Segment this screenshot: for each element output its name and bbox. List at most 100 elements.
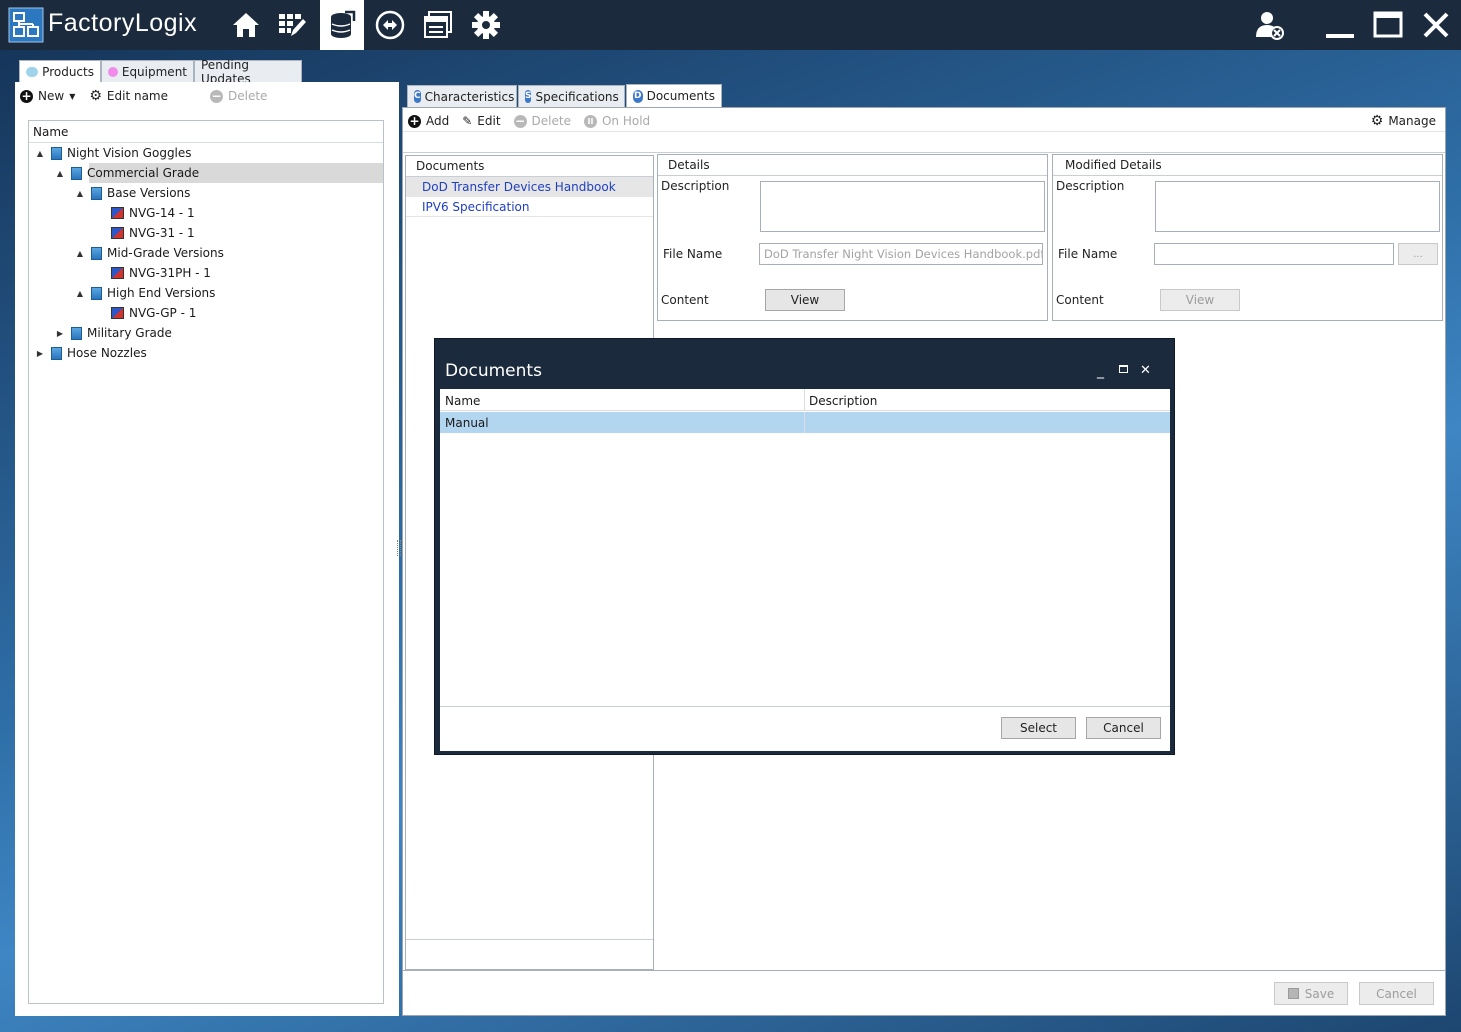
dialog-footer-divider xyxy=(440,706,1170,707)
modified-file-name-textbox[interactable] xyxy=(1154,243,1394,265)
close-icon[interactable] xyxy=(1414,0,1458,50)
details-header: Details xyxy=(658,155,1047,176)
delete-label: Delete xyxy=(531,114,571,128)
column-divider xyxy=(804,412,805,433)
home-icon[interactable] xyxy=(224,0,268,50)
manage-button[interactable]: ⚙ Manage xyxy=(1371,113,1436,129)
delete-button[interactable]: − Delete xyxy=(210,89,267,103)
dialog-close-icon[interactable]: ✕ xyxy=(1140,363,1151,378)
tree-node-high-end-versions[interactable]: ▲ High End Versions xyxy=(75,283,215,303)
file-name-textbox[interactable]: DoD Transfer Night Vision Devices Handbo… xyxy=(759,243,1043,265)
user-logout-icon[interactable] xyxy=(1248,0,1292,50)
dialog-select-button[interactable]: Select xyxy=(1001,717,1076,739)
edit-name-button[interactable]: ⚙ Edit name xyxy=(89,88,168,104)
product-database-icon[interactable] xyxy=(320,0,364,50)
file-name-value: DoD Transfer Night Vision Devices Handbo… xyxy=(764,247,1043,261)
minimize-icon[interactable] xyxy=(1318,0,1362,50)
view-content-button[interactable]: View xyxy=(765,289,845,311)
collapse-arrow-icon[interactable]: ▲ xyxy=(75,249,85,258)
dialog-minimize-icon[interactable]: _ xyxy=(1097,363,1104,379)
routing-icon[interactable] xyxy=(368,0,412,50)
dialog-cancel-button[interactable]: Cancel xyxy=(1086,717,1161,739)
edit-pencil-icon: ✎ xyxy=(462,114,473,128)
tree-node-label: NVG-GP - 1 xyxy=(129,306,197,320)
tree-node-nvg-31ph[interactable]: NVG-31PH - 1 xyxy=(95,263,211,283)
delete-label: Delete xyxy=(228,89,268,103)
tree-node-base-versions[interactable]: ▲ Base Versions xyxy=(75,183,191,203)
tree-node-hose-nozzles[interactable]: ▶ Hose Nozzles xyxy=(35,343,147,363)
tree-node-label: Mid-Grade Versions xyxy=(107,246,224,260)
tab-characteristics[interactable]: C Characteristics xyxy=(407,85,517,107)
delete-document-button[interactable]: − Delete xyxy=(513,114,571,128)
collapse-arrow-icon[interactable]: ▲ xyxy=(55,169,65,178)
browse-label: ... xyxy=(1413,248,1423,260)
row-name-cell: Manual xyxy=(445,416,489,430)
tab-documents[interactable]: D Documents xyxy=(626,84,722,107)
dialog-cancel-label: Cancel xyxy=(1103,721,1144,735)
save-disk-icon xyxy=(1287,988,1299,999)
modified-content-label: Content xyxy=(1056,293,1104,307)
part-icon xyxy=(111,227,124,239)
equipment-color-swatch xyxy=(108,66,118,77)
tab-products[interactable]: Products xyxy=(19,60,101,83)
dialog-title: Documents xyxy=(445,361,542,381)
panel-splitter[interactable] xyxy=(397,540,401,556)
tab-equipment[interactable]: Equipment xyxy=(101,60,194,82)
documents-toolbar: + Add ✎ Edit − Delete II On Hold ⚙ Manag… xyxy=(408,111,1440,131)
table-row-manual[interactable]: Manual xyxy=(440,412,1170,433)
new-button[interactable]: + New ▼ xyxy=(20,89,75,103)
column-header-name[interactable]: Name xyxy=(445,394,480,408)
part-icon xyxy=(111,267,124,279)
maximize-icon[interactable] xyxy=(1366,0,1410,50)
modified-file-name-label: File Name xyxy=(1058,247,1118,261)
grid-edit-icon[interactable] xyxy=(270,0,314,50)
browse-file-button[interactable]: ... xyxy=(1398,243,1438,265)
tree-node-commercial-grade[interactable]: ▲ Commercial Grade xyxy=(55,163,199,183)
modified-view-button[interactable]: View xyxy=(1160,289,1240,311)
list-item-dod-handbook[interactable]: DoD Transfer Devices Handbook xyxy=(406,177,653,197)
tree-node-night-vision-goggles[interactable]: ▲ Night Vision Goggles xyxy=(35,143,192,163)
list-footer-divider xyxy=(406,939,653,940)
modified-view-label: View xyxy=(1185,293,1215,307)
on-hold-button[interactable]: II On Hold xyxy=(583,114,650,128)
collapse-arrow-icon[interactable]: ▲ xyxy=(35,149,45,158)
tree-node-label: Base Versions xyxy=(107,186,191,200)
tab-specifications[interactable]: S Specifications xyxy=(518,85,625,107)
dialog-maximize-icon[interactable] xyxy=(1119,365,1128,373)
tree-node-nvg-31[interactable]: NVG-31 - 1 xyxy=(95,223,195,243)
tree-node-label: NVG-31 - 1 xyxy=(129,226,195,240)
settings-gear-icon[interactable] xyxy=(464,0,508,50)
expand-arrow-icon[interactable]: ▶ xyxy=(35,349,45,358)
tab-pending-updates[interactable]: Pending Updates xyxy=(194,58,302,86)
cancel-button[interactable]: Cancel xyxy=(1359,982,1434,1005)
collapse-arrow-icon[interactable]: ▲ xyxy=(75,189,85,198)
tab-products-label: Products xyxy=(42,65,94,79)
tree-node-nvg-gp[interactable]: NVG-GP - 1 xyxy=(95,303,196,323)
product-folder-icon xyxy=(51,146,62,160)
tree-node-military-grade[interactable]: ▶ Military Grade xyxy=(55,323,172,343)
list-item-ipv6-specification[interactable]: IPV6 Specification xyxy=(406,197,653,217)
list-item-label: IPV6 Specification xyxy=(422,200,530,214)
edit-name-label: Edit name xyxy=(106,89,168,103)
new-button-label: New xyxy=(38,89,65,103)
toolbar-divider xyxy=(403,131,1445,153)
expand-arrow-icon[interactable]: ▶ xyxy=(55,329,65,338)
tree-node-label: NVG-31PH - 1 xyxy=(129,266,211,280)
collapse-arrow-icon[interactable]: ▲ xyxy=(75,289,85,298)
report-window-icon[interactable] xyxy=(416,0,460,50)
details-panel: Details Description File Name DoD Transf… xyxy=(657,154,1048,321)
file-name-label: File Name xyxy=(663,247,723,261)
column-header-description[interactable]: Description xyxy=(809,394,877,408)
tree-node-mid-grade-versions[interactable]: ▲ Mid-Grade Versions xyxy=(75,243,224,263)
description-textbox[interactable] xyxy=(760,181,1045,232)
add-document-button[interactable]: + Add xyxy=(408,114,449,128)
save-label: Save xyxy=(1304,986,1335,1001)
save-button[interactable]: Save xyxy=(1274,982,1348,1005)
select-label: Select xyxy=(1019,721,1058,735)
modified-description-textbox[interactable] xyxy=(1155,181,1440,232)
edit-document-button[interactable]: ✎ Edit xyxy=(462,114,500,128)
tree-node-nvg-14[interactable]: NVG-14 - 1 xyxy=(95,203,195,223)
app-title: FactoryLogix xyxy=(48,9,198,37)
content-label: Content xyxy=(661,293,709,307)
add-label: Add xyxy=(426,114,450,128)
